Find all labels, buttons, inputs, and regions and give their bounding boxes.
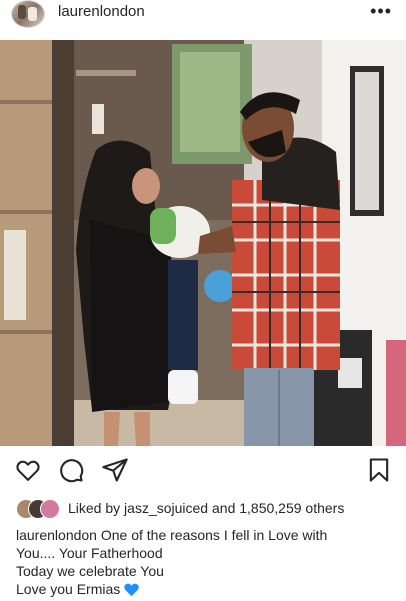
blue-heart-icon (123, 581, 140, 601)
comment-icon[interactable] (57, 456, 85, 484)
post-username[interactable]: laurenlondon (58, 3, 145, 20)
likes-prefix: Liked by (68, 500, 121, 516)
caption-line-2: You.... Your Fatherhood (16, 545, 163, 561)
likes-summary[interactable]: Liked by jasz_sojuiced and 1,850,259 oth… (16, 498, 396, 520)
likes-count[interactable]: 1,850,259 others (239, 500, 344, 516)
caption-line-3: Today we celebrate You (16, 563, 164, 579)
bookmark-icon[interactable] (365, 456, 393, 484)
more-horizontal-icon[interactable]: ••• (370, 1, 392, 22)
avatar (40, 499, 60, 519)
action-bar (0, 452, 406, 490)
post-header: laurenlondon ••• (0, 0, 406, 40)
caption-username[interactable]: laurenlondon (16, 527, 97, 543)
liker-avatars (16, 499, 66, 519)
post-photo[interactable] (0, 40, 406, 446)
heart-outline-icon[interactable] (14, 456, 42, 484)
profile-avatar[interactable] (11, 0, 45, 28)
likes-joiner: and (212, 500, 236, 516)
caption-line-1: One of the reasons I fell in Love with (100, 527, 328, 543)
caption-line-4: Love you Ermias (16, 581, 121, 597)
post-caption: laurenlondon One of the reasons I fell i… (16, 526, 396, 601)
likes-user[interactable]: jasz_sojuiced (124, 500, 208, 516)
send-icon[interactable] (101, 456, 129, 484)
likes-text: Liked by jasz_sojuiced and 1,850,259 oth… (68, 500, 344, 516)
